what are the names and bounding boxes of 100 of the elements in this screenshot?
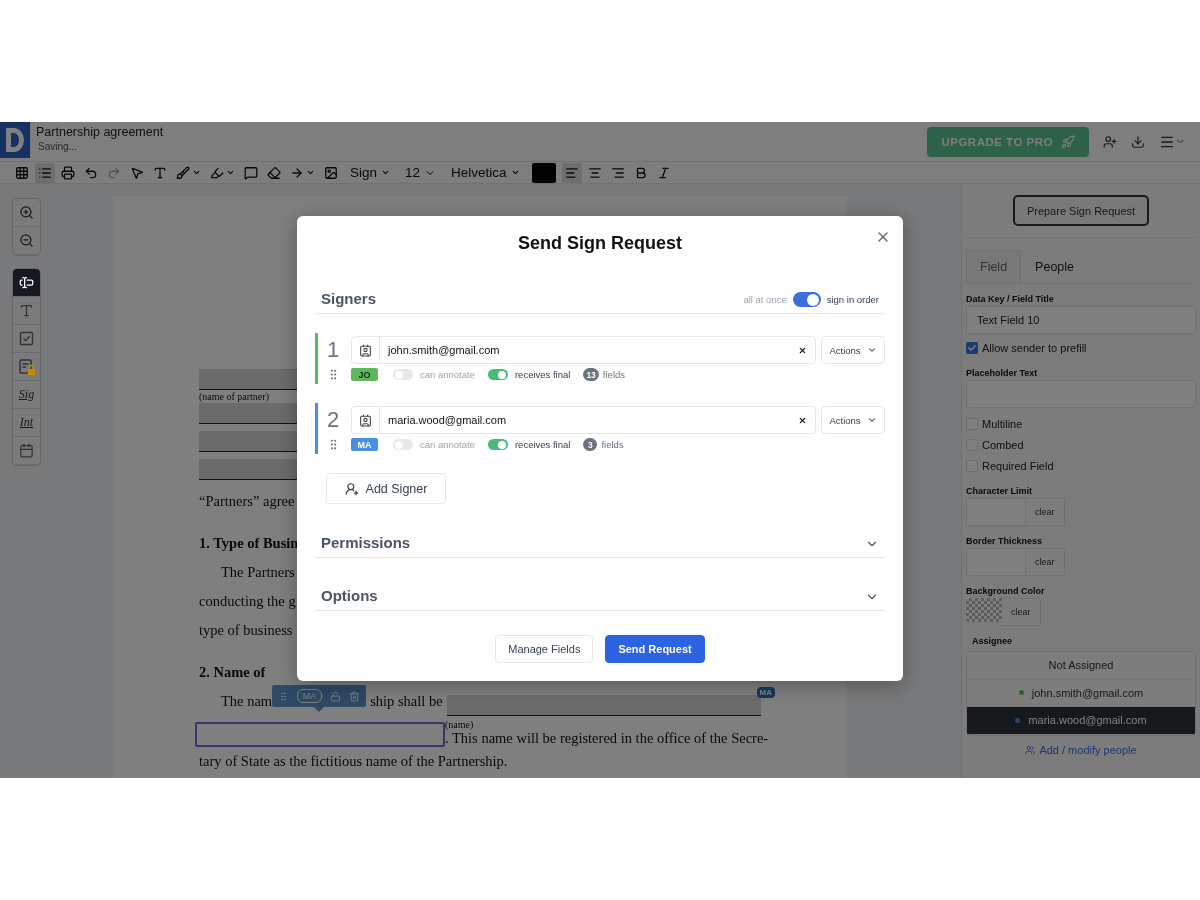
initials-badge: MA (351, 438, 378, 451)
caret-icon (192, 168, 201, 177)
assignee-tag: MA (756, 687, 775, 698)
toggle-switch[interactable] (792, 292, 821, 307)
redo-icon (107, 165, 121, 180)
email-input[interactable]: maria.wood@gmail.com (380, 414, 790, 426)
color-swatch[interactable] (531, 162, 556, 183)
locked-form-icon (17, 357, 36, 376)
field-count: 3 (583, 438, 598, 451)
name-field[interactable] (446, 695, 761, 716)
data-key-input[interactable]: Text Field 10 (966, 306, 1196, 334)
email-input[interactable]: john.smith@gmail.com (380, 344, 790, 356)
text-field-icon (19, 275, 34, 290)
section-title: Permissions (321, 534, 411, 551)
toggle-label: sign in order (826, 294, 879, 305)
italic-icon (656, 165, 671, 180)
add-user-icon (344, 481, 359, 496)
checkbox-label: Multiline (982, 417, 1023, 430)
toggle-switch[interactable] (393, 369, 413, 380)
add-people-link[interactable]: Add / modify people (1025, 743, 1137, 756)
close-icon (798, 345, 807, 355)
tick-square-icon (19, 331, 34, 346)
assignee-email: john.smith@gmail.com (1031, 686, 1144, 699)
field-count: 13 (583, 368, 599, 381)
section-heading: 1. Type of Busin (199, 535, 299, 552)
section-heading: 2. Name of (199, 664, 266, 681)
font-size-select[interactable]: 12 (399, 162, 443, 183)
assignee-option[interactable]: Not Assigned (967, 652, 1195, 680)
download-icon[interactable] (1131, 134, 1145, 149)
document-text: ship shall be (370, 693, 443, 710)
field-label: Placeholder Text (966, 368, 1039, 378)
toggle-switch[interactable] (487, 369, 508, 380)
toggle-label: receives final (514, 369, 571, 380)
section-title: Options (321, 587, 378, 604)
add-user-icon[interactable] (1103, 134, 1117, 149)
highlighter-icon (210, 165, 224, 180)
toggle-switch[interactable] (393, 439, 413, 450)
text-icon (153, 165, 167, 180)
caret-icon (381, 168, 391, 177)
field-label: Character Limit (966, 486, 1034, 496)
field-label: Assignee (972, 636, 1014, 646)
email-field[interactable]: john.smith@gmail.com (351, 336, 816, 364)
assignee-email: Not Assigned (1048, 659, 1114, 672)
clear-button[interactable]: clear (1002, 598, 1041, 626)
initials-badge: JO (351, 368, 378, 381)
toggle-label: all at once (743, 294, 787, 305)
toggle-label: can annotate (420, 439, 475, 450)
field-label: Background Color (966, 586, 1046, 596)
prepare-sign-request-button[interactable]: Prepare Sign Request (1012, 195, 1150, 226)
send-request-button[interactable]: Send Request (605, 635, 705, 663)
calendar-icon (19, 443, 34, 458)
align-right-icon (610, 165, 625, 180)
contact-icon (359, 343, 372, 357)
clear-button[interactable]: clear (1026, 498, 1065, 526)
pointer-icon (130, 165, 144, 180)
align-left-button[interactable] (561, 162, 582, 183)
list-icon (38, 165, 52, 180)
align-center-icon (587, 165, 602, 180)
panel-tab[interactable]: Field (966, 250, 1022, 283)
dropdown-menu[interactable]: Helvetica (445, 162, 526, 183)
dropdown-menu[interactable]: Sign (344, 162, 397, 183)
chevron-icon (866, 345, 877, 355)
count-label: fields (602, 369, 626, 380)
trash-icon[interactable] (349, 690, 360, 702)
list-button[interactable] (35, 162, 55, 183)
close-icon (798, 415, 807, 425)
eraser-icon (267, 165, 281, 180)
assignee-email: maria.wood@gmail.com (1028, 714, 1147, 727)
actions-button[interactable]: Actions (821, 406, 885, 434)
count-label: fields (601, 439, 624, 450)
document-title: Partnership agreement (36, 125, 164, 139)
checkbox-label: Required Field (982, 459, 1054, 472)
selected-text-field[interactable] (195, 722, 445, 747)
checkbox-label: Combed (982, 438, 1024, 451)
document-text: The nam (221, 693, 273, 710)
signature-tool-button[interactable]: Int (13, 409, 40, 437)
clear-button[interactable]: clear (1026, 548, 1065, 576)
checkbox[interactable] (966, 341, 978, 354)
users-icon (1025, 744, 1036, 755)
comment-icon (244, 165, 258, 180)
panel-tab[interactable]: People (1021, 250, 1089, 283)
collapsible-section[interactable]: Options (315, 587, 885, 611)
signature-tool-button[interactable]: Sig (13, 381, 40, 409)
document-text: tary of State as the fictitious name of the Partnership. (199, 753, 508, 770)
signer-number: 1 (327, 337, 341, 363)
document-text: The Partners (221, 564, 295, 581)
text-field-tool-button[interactable] (13, 269, 40, 297)
check-icon (968, 343, 976, 352)
assignee-option[interactable]: maria.wood@gmail.com (967, 707, 1195, 735)
toggle-switch[interactable] (487, 439, 508, 450)
drag-handle-icon[interactable] (278, 690, 289, 702)
actions-button[interactable]: Actions (821, 336, 885, 364)
email-field[interactable]: maria.wood@gmail.com (351, 406, 816, 434)
document-text: “Partners” agree (199, 493, 295, 510)
manage-fields-button[interactable]: Manage Fields (495, 635, 594, 663)
color-picker[interactable] (966, 598, 1002, 622)
grid-icon (15, 165, 29, 180)
lock-icon[interactable] (330, 690, 342, 702)
collapsible-section[interactable]: Permissions (315, 534, 885, 558)
add-signer-button[interactable]: Add Signer (326, 473, 446, 504)
